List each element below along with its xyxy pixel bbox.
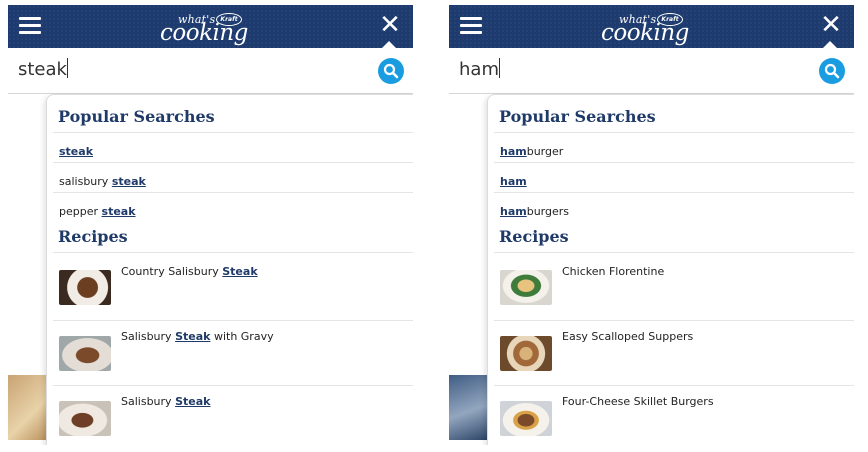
logo-big-text: cooking: [160, 20, 248, 46]
suggestion-item[interactable]: salisbury steak: [59, 175, 146, 188]
recipe-link[interactable]: Four-Cheese Skillet Burgers: [562, 395, 714, 408]
search-input[interactable]: ham: [459, 58, 779, 84]
hamburger-menu-icon[interactable]: [19, 17, 41, 35]
divider: [494, 385, 854, 386]
search-icon: [383, 63, 399, 79]
divider: [53, 162, 413, 163]
header-bar: what's Kraft cooking ✕: [8, 5, 413, 49]
recipe-thumbnail[interactable]: [500, 401, 552, 436]
divider: [53, 320, 413, 321]
whats-cooking-logo[interactable]: what's Kraft cooking: [158, 9, 268, 46]
text-caret: [498, 58, 500, 78]
search-button[interactable]: [378, 58, 404, 84]
text-caret: [66, 58, 68, 78]
suggestion-item[interactable]: steak: [59, 145, 93, 158]
recipes-title: Recipes: [58, 227, 128, 246]
recipe-link[interactable]: Easy Scalloped Suppers: [562, 330, 693, 343]
logo-big-text: cooking: [601, 20, 689, 46]
divider: [53, 385, 413, 386]
whats-cooking-logo[interactable]: what's Kraft cooking: [599, 9, 709, 46]
suggestion-item[interactable]: hamburger: [500, 145, 563, 158]
recipe-link[interactable]: Salisbury Steak: [121, 395, 210, 408]
suggestions-dropdown: Popular Searches hamburger ham hamburger…: [487, 94, 854, 445]
hamburger-menu-icon[interactable]: [460, 17, 482, 35]
background-image: [8, 375, 48, 440]
recipe-thumbnail[interactable]: [500, 270, 552, 305]
divider: [494, 162, 854, 163]
search-row: steak: [8, 48, 413, 94]
close-icon[interactable]: ✕: [820, 12, 842, 38]
search-query-text: steak: [18, 59, 67, 80]
search-panel-steak: what's Kraft cooking ✕ steak Popular Sea…: [8, 5, 413, 445]
recipe-thumbnail[interactable]: [59, 270, 111, 305]
suggestion-item[interactable]: ham: [500, 175, 527, 188]
recipes-title: Recipes: [499, 227, 569, 246]
header-bar: what's Kraft cooking ✕: [449, 5, 854, 49]
search-panel-ham: what's Kraft cooking ✕ ham Popular Searc…: [449, 5, 854, 445]
search-icon: [824, 63, 840, 79]
divider: [53, 192, 413, 193]
search-button[interactable]: [819, 58, 845, 84]
popular-searches-title: Popular Searches: [499, 107, 656, 126]
search-row: ham: [449, 48, 854, 94]
search-input[interactable]: steak: [18, 58, 338, 84]
recipe-thumbnail[interactable]: [500, 336, 552, 371]
divider: [494, 132, 854, 133]
background-image: [449, 375, 489, 440]
recipe-link[interactable]: Chicken Florentine: [562, 265, 664, 278]
recipe-thumbnail[interactable]: [59, 401, 111, 436]
suggestion-item[interactable]: pepper steak: [59, 205, 136, 218]
suggestion-item[interactable]: hamburgers: [500, 205, 569, 218]
divider: [53, 252, 413, 253]
recipe-thumbnail[interactable]: [59, 336, 111, 371]
recipe-link[interactable]: Country Salisbury Steak: [121, 265, 258, 278]
close-icon[interactable]: ✕: [379, 12, 401, 38]
search-query-text: ham: [459, 59, 499, 80]
divider: [494, 192, 854, 193]
divider: [53, 132, 413, 133]
suggestions-dropdown: Popular Searches steak salisbury steak p…: [46, 94, 413, 445]
recipe-link[interactable]: Salisbury Steak with Gravy: [121, 330, 274, 343]
divider: [494, 320, 854, 321]
divider: [494, 252, 854, 253]
popular-searches-title: Popular Searches: [58, 107, 215, 126]
